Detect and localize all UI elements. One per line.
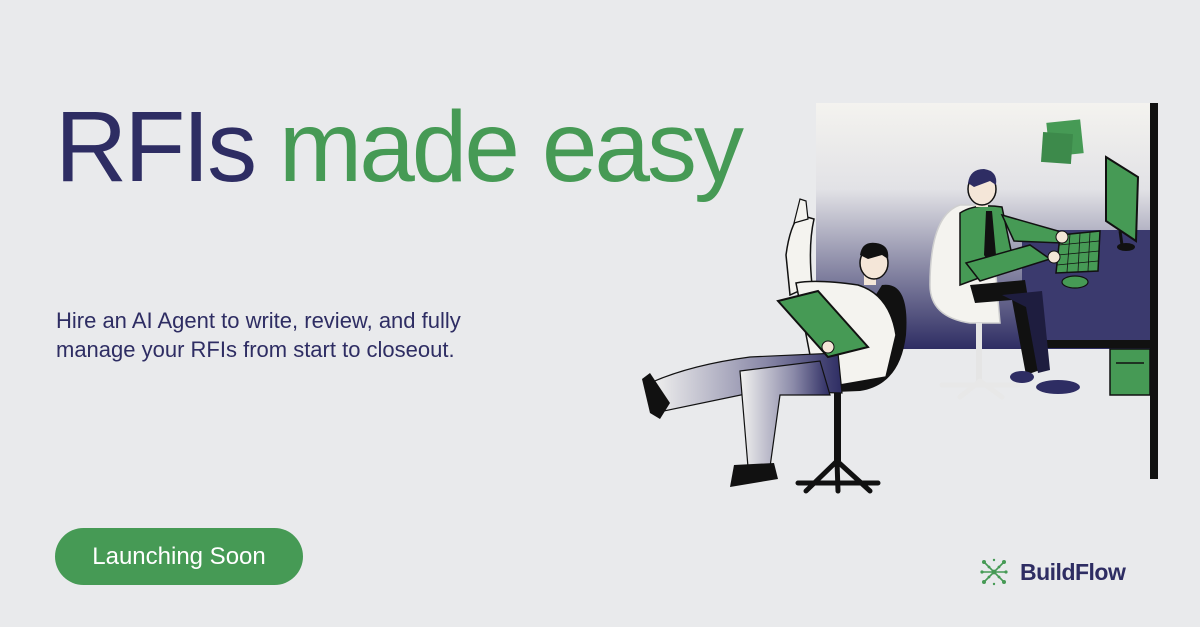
subtitle: Hire an AI Agent to write, review, and f… [56,308,461,362]
brand-name: BuildFlow [1020,558,1126,585]
brand-logo[interactable]: BuildFlow [978,556,1126,588]
office-workers-illustration [642,103,1158,494]
wall-post [1150,103,1158,479]
headline-part-rfis: RFIs [55,91,257,203]
launching-soon-button[interactable]: Launching Soon [55,528,303,585]
network-grid-icon [980,558,1008,586]
